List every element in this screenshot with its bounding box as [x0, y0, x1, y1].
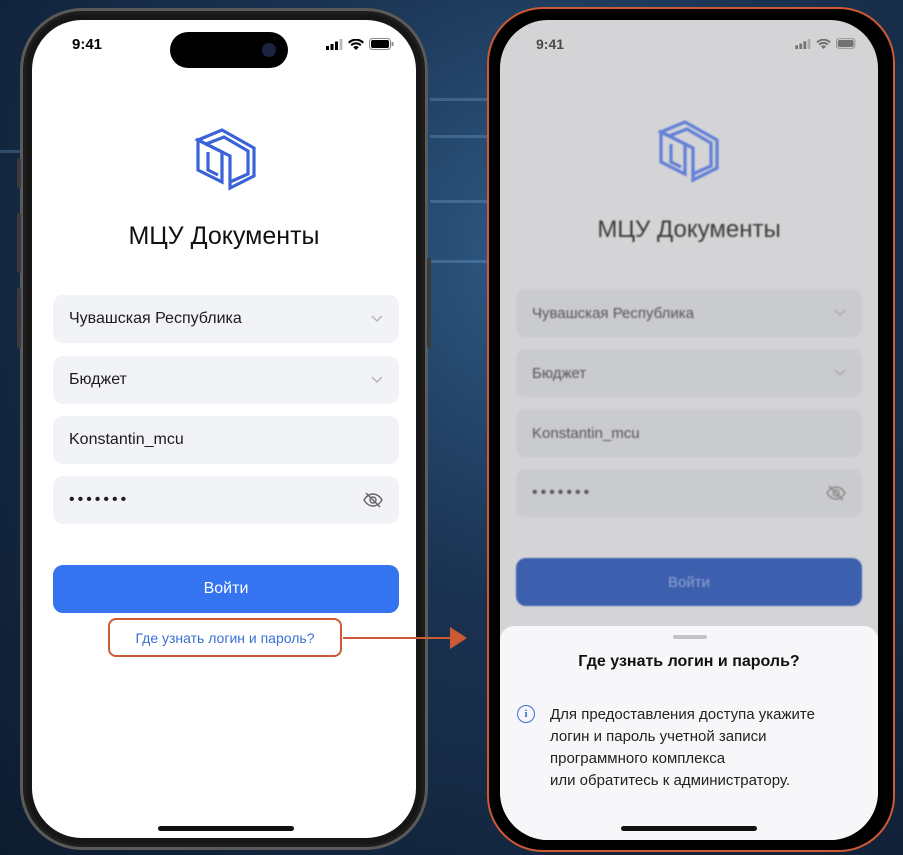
username-value: Konstantin_mcu	[532, 424, 640, 442]
category-select[interactable]: Бюджет	[53, 356, 399, 404]
password-value: •••••••	[69, 491, 130, 508]
app-title: МЦУ Документы	[128, 222, 320, 250]
arrow-head	[450, 627, 467, 649]
logo-icon	[657, 120, 719, 183]
background-streak	[0, 150, 22, 153]
region-select: Чувашская Республика	[516, 289, 862, 337]
category-value: Бюджет	[532, 364, 587, 382]
background-streak	[430, 200, 490, 203]
phone-side-button	[427, 258, 431, 348]
login-button: Войти	[516, 558, 862, 606]
password-input: •••••••	[516, 469, 862, 517]
arrow-connector	[343, 637, 451, 639]
sheet-message: Для предоставления доступа укажите логин…	[550, 704, 870, 792]
help-link[interactable]: Где узнать логин и пароль?	[108, 618, 342, 657]
chevron-down-icon	[371, 376, 383, 384]
status-time: 9:41	[536, 36, 565, 52]
wifi-icon	[348, 38, 364, 50]
phone-side-button	[17, 158, 21, 188]
signal-icon	[326, 38, 343, 50]
battery-icon	[369, 38, 394, 50]
home-indicator	[621, 826, 757, 831]
region-select[interactable]: Чувашская Республика	[53, 295, 399, 343]
phone-side-button	[17, 288, 21, 348]
sheet-message-line: Для предоставления доступа укажите	[550, 706, 815, 723]
chevron-down-icon	[834, 309, 846, 317]
sheet-message-line: логин и пароль учетной записи	[550, 728, 767, 745]
phone-side-button	[17, 213, 21, 273]
background-streak	[430, 260, 490, 263]
region-value: Чувашская Республика	[532, 304, 694, 322]
password-value: •••••••	[532, 484, 593, 501]
status-time: 9:41	[72, 36, 103, 53]
camera-icon	[262, 43, 276, 57]
category-select: Бюджет	[516, 349, 862, 397]
status-icons	[795, 38, 858, 49]
username-value: Konstantin_mcu	[69, 431, 184, 448]
eye-off-icon	[826, 485, 846, 501]
password-input[interactable]: •••••••	[53, 476, 399, 524]
wifi-icon	[816, 38, 831, 49]
username-input[interactable]: Konstantin_mcu	[53, 416, 399, 464]
battery-icon	[836, 38, 856, 49]
region-value: Чувашская Республика	[69, 310, 242, 327]
login-button[interactable]: Войти	[53, 565, 399, 613]
sheet-title: Где узнать логин и пароль?	[578, 653, 800, 670]
eye-off-icon[interactable]	[363, 492, 383, 508]
sheet-grabber[interactable]	[673, 635, 707, 639]
username-input: Konstantin_mcu	[516, 409, 862, 457]
signal-icon	[795, 38, 811, 49]
info-icon: i	[517, 705, 535, 723]
sheet-message-line: программного комплекса	[550, 750, 726, 767]
logo-icon	[194, 128, 256, 191]
category-value: Бюджет	[69, 371, 127, 388]
background-streak	[430, 98, 490, 101]
chevron-down-icon	[834, 369, 846, 377]
help-bottom-sheet: Где узнать логин и пароль? i Для предост…	[500, 626, 878, 840]
dynamic-island	[170, 32, 288, 68]
home-indicator	[158, 826, 294, 831]
background-streak	[430, 135, 490, 138]
help-screen: 9:41 МЦУ Документы Чувашская Республика …	[500, 20, 878, 840]
login-screen: 9:41 МЦУ Документы Чувашская Республика …	[32, 20, 416, 838]
status-icons	[326, 38, 394, 50]
app-title: МЦУ Документы	[597, 216, 781, 243]
chevron-down-icon	[371, 315, 383, 323]
sheet-message-line: или обратитесь к администратору.	[550, 772, 791, 789]
